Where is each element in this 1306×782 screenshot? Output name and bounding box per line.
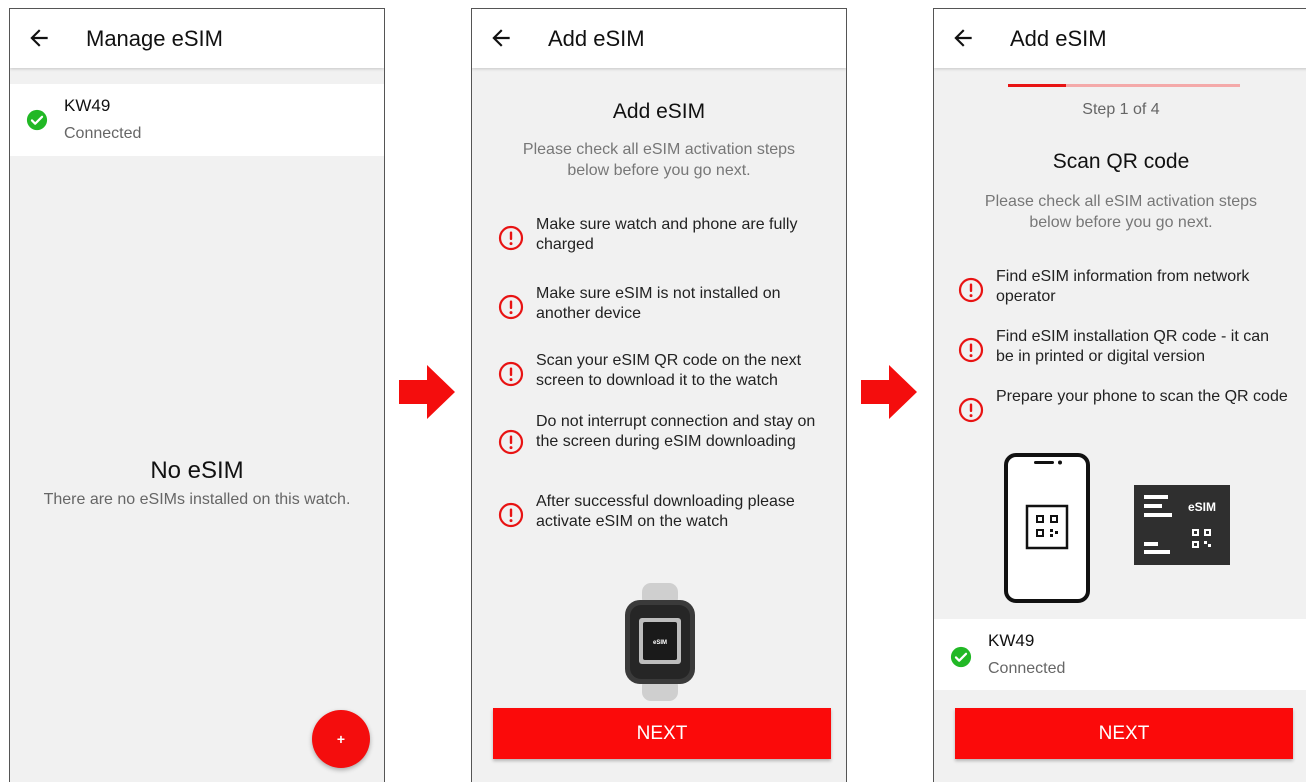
arrow-right-icon (861, 365, 917, 419)
step-progress-fill (1008, 84, 1066, 87)
connected-device-row: KW49 Connected (934, 619, 1306, 690)
app-bar: Add eSIM (934, 9, 1306, 68)
warning-icon (498, 225, 524, 251)
card-label: eSIM (1188, 500, 1216, 514)
next-button[interactable]: NEXT (493, 708, 831, 759)
check-circle-icon (26, 109, 48, 131)
checklist-text: After successful downloading please acti… (536, 493, 795, 530)
section-description: Please check all eSIM activation steps b… (522, 141, 796, 179)
step-progress-bar (1008, 84, 1240, 87)
back-arrow-icon[interactable] (950, 25, 976, 51)
section-description: Please check all eSIM activation steps b… (984, 193, 1258, 231)
warning-icon (958, 277, 984, 303)
warning-icon (498, 502, 524, 528)
checklist-text: Find eSIM installation QR code - it can … (996, 328, 1270, 365)
empty-state-subtitle: There are no eSIMs installed on this wat… (43, 491, 351, 508)
section-heading: Scan QR code (1052, 150, 1190, 173)
next-button[interactable]: NEXT (955, 708, 1293, 759)
checklist-text: Make sure eSIM is not installed on anoth… (536, 285, 781, 322)
checklist-text: Find eSIM information from network opera… (996, 268, 1250, 305)
connected-device-row: KW49 Connected (10, 84, 384, 156)
arrow-right-icon (399, 365, 455, 419)
add-esim-intro-screen: Add eSIM Add eSIM Please check all eSIM … (471, 8, 847, 782)
checklist-text: Make sure watch and phone are fully char… (536, 216, 798, 253)
device-status: Connected (988, 660, 1066, 677)
phone-illustration (1004, 453, 1090, 603)
page-title: Add eSIM (548, 26, 645, 51)
page-title: Add eSIM (1010, 26, 1107, 51)
page-title: Manage eSIM (86, 26, 223, 51)
warning-icon (498, 429, 524, 455)
warning-icon (498, 294, 524, 320)
add-esim-fab[interactable]: + (312, 710, 370, 768)
device-name: KW49 (988, 631, 1035, 650)
manage-esim-screen: Manage eSIM KW49 Connected No eSIM There… (9, 8, 385, 782)
check-circle-icon (950, 646, 972, 668)
warning-icon (498, 361, 524, 387)
checklist-text: Prepare your phone to scan the QR code (996, 388, 1288, 405)
back-arrow-icon[interactable] (488, 25, 514, 51)
scan-qr-screen: Add eSIM Step 1 of 4 Scan QR code Please… (933, 8, 1306, 782)
warning-icon (958, 397, 984, 423)
section-heading: Add eSIM (612, 100, 706, 123)
esim-card-illustration: eSIM (1134, 485, 1230, 565)
checklist-text: Scan your eSIM QR code on the next scree… (536, 352, 802, 389)
back-arrow-icon[interactable] (26, 25, 52, 51)
device-status: Connected (64, 125, 142, 142)
warning-icon (958, 337, 984, 363)
app-bar: Manage eSIM (10, 9, 384, 68)
smartwatch-illustration: eSIM (625, 583, 695, 701)
step-indicator: Step 1 of 4 (1082, 101, 1160, 118)
checklist-text: Do not interrupt connection and stay on … (536, 413, 816, 450)
app-bar: Add eSIM (472, 9, 846, 68)
empty-state-title: No eSIM (150, 457, 244, 484)
device-name: KW49 (64, 96, 111, 115)
watch-chip-label: eSIM (653, 640, 667, 646)
